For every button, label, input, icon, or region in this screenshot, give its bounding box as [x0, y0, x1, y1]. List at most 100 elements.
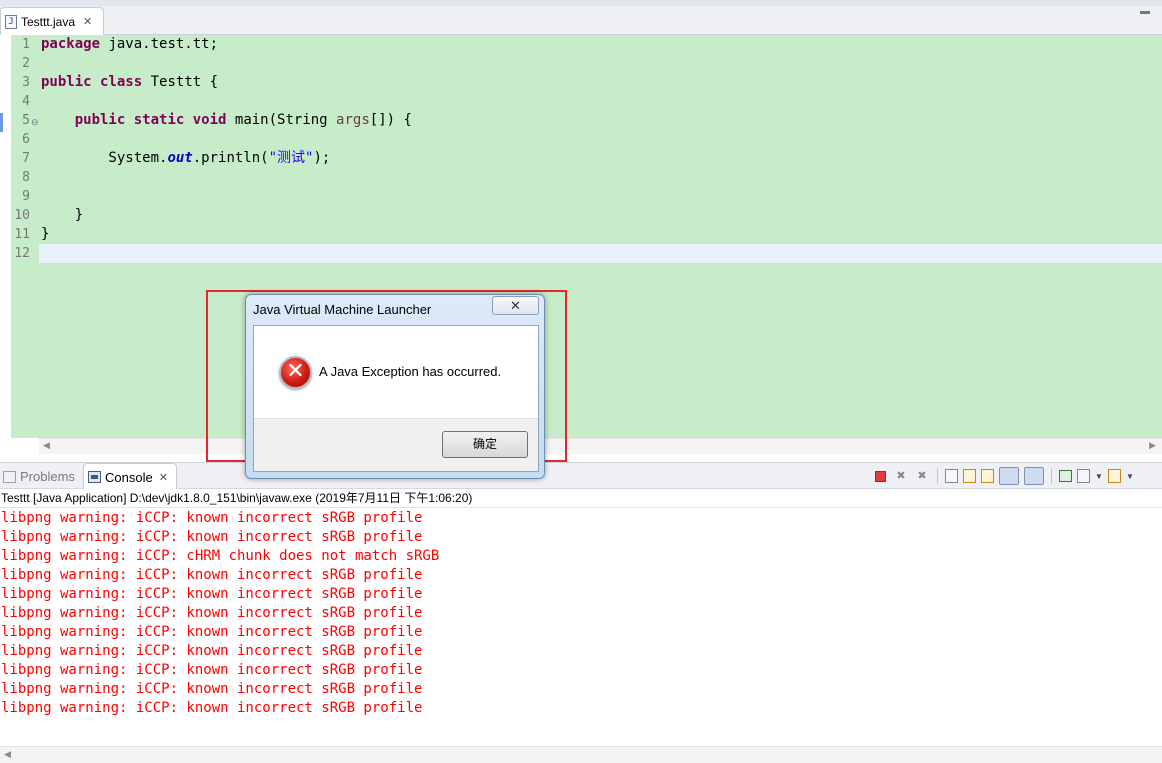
code-token: out — [167, 150, 193, 166]
code-token: static — [133, 112, 185, 128]
tab-bar-top-strip — [0, 0, 1162, 6]
scroll-left-icon[interactable]: ◀ — [4, 749, 11, 760]
code-line[interactable]: } — [41, 206, 83, 225]
code-token: void — [192, 112, 227, 128]
console-line: libpng warning: iCCP: known incorrect sR… — [1, 605, 423, 621]
editor-tab-label: Testtt.java — [21, 14, 76, 29]
console-output[interactable]: libpng warning: iCCP: known incorrect sR… — [0, 509, 1162, 746]
code-token: java.test.tt; — [100, 36, 219, 52]
console-line: libpng warning: iCCP: known incorrect sR… — [1, 681, 423, 697]
console-line: libpng warning: iCCP: known incorrect sR… — [1, 700, 423, 716]
code-token: } — [41, 207, 84, 223]
clear-console-icon[interactable] — [945, 469, 958, 483]
code-editor[interactable]: 1 2 3 4 5 6 7 8 9 10 11 12 ⊖ package java.test.tt; p… — [0, 35, 1162, 438]
remove-launch-icon[interactable]: ✖ — [893, 468, 909, 484]
console-line: libpng warning: iCCP: known incorrect sR… — [1, 643, 423, 659]
tab-console-label: Console — [105, 469, 153, 485]
scroll-lock-icon[interactable] — [963, 469, 976, 483]
code-token: } — [41, 226, 50, 242]
code-token: "测试" — [268, 150, 314, 166]
display-selected-console-icon[interactable] — [1077, 469, 1090, 483]
line-number: 12 — [14, 246, 30, 261]
editor-area-menu[interactable]: ▬ — [1140, 7, 1150, 17]
code-line[interactable]: public static void main(String args[]) { — [41, 111, 412, 130]
console-line: libpng warning: iCCP: known incorrect sR… — [1, 529, 423, 545]
line-number: 6 — [22, 132, 30, 147]
toolbar-separator — [937, 468, 938, 484]
terminate-icon[interactable] — [875, 470, 886, 482]
code-line[interactable]: public class Testtt { — [41, 73, 218, 92]
open-console-icon[interactable] — [1108, 469, 1121, 483]
dialog-body: ✕ A Java Exception has occurred. 确定 — [253, 325, 539, 472]
editor-tab-testtt[interactable]: J Testtt.java ✕ — [0, 7, 104, 35]
process-description: Testtt [Java Application] D:\dev\jdk1.8.… — [0, 489, 1162, 508]
scroll-left-icon[interactable]: ◀ — [43, 440, 50, 451]
console-line: libpng warning: iCCP: cHRM chunk does no… — [1, 548, 440, 564]
console-line: libpng warning: iCCP: known incorrect sR… — [1, 510, 423, 526]
close-console-icon[interactable]: ✕ — [159, 471, 168, 484]
toolbar-separator — [1051, 468, 1052, 484]
fold-collapse-icon[interactable]: ⊖ — [31, 113, 39, 132]
line-number: 8 — [22, 170, 30, 185]
error-icon: ✕ — [279, 356, 312, 389]
remove-all-terminated-icon[interactable]: ✖ — [914, 468, 930, 484]
line-number: 7 — [22, 151, 30, 166]
jvm-launcher-dialog: Java Virtual Machine Launcher ✕ ✕ A Java… — [245, 294, 545, 479]
code-token: System. — [41, 150, 168, 166]
scroll-right-icon[interactable]: ▶ — [1149, 440, 1156, 451]
dialog-message: A Java Exception has occurred. — [319, 364, 502, 379]
chevron-down-icon[interactable]: ▼ — [1126, 472, 1134, 481]
line-number: 1 — [22, 37, 30, 52]
code-token: []) { — [369, 112, 412, 128]
console-horizontal-scrollbar[interactable]: ◀ — [0, 746, 1162, 763]
code-token: public — [74, 112, 126, 128]
console-line: libpng warning: iCCP: known incorrect sR… — [1, 567, 423, 583]
dialog-close-button[interactable]: ✕ — [492, 296, 539, 315]
line-number: 3 — [22, 75, 30, 90]
word-wrap-icon[interactable] — [981, 469, 994, 483]
code-line[interactable]: System.out.println("测试"); — [41, 149, 330, 168]
code-token: Testtt { — [142, 74, 219, 90]
line-number: 10 — [14, 208, 30, 223]
console-line: libpng warning: iCCP: known incorrect sR… — [1, 624, 423, 640]
console-icon — [88, 471, 101, 483]
code-line[interactable]: package java.test.tt; — [41, 35, 218, 54]
show-console-on-stdout-icon[interactable] — [999, 467, 1019, 485]
tab-problems-label: Problems — [20, 469, 75, 484]
line-number: 4 — [22, 94, 30, 109]
tab-console[interactable]: Console ✕ — [83, 463, 177, 490]
debug-marker — [0, 113, 3, 132]
code-token: args — [336, 112, 370, 128]
dialog-footer: 确定 — [254, 418, 538, 471]
pin-console-icon[interactable] — [1059, 470, 1072, 482]
code-token: .println( — [192, 150, 269, 166]
code-line[interactable]: } — [41, 225, 49, 244]
java-file-icon: J — [5, 14, 17, 29]
minimize-icon[interactable]: ▬ — [1140, 7, 1150, 17]
dialog-title: Java Virtual Machine Launcher — [253, 302, 432, 317]
ok-button[interactable]: 确定 — [442, 431, 528, 458]
code-token: class — [100, 74, 143, 90]
console-toolbar: ✖ ✖ ▼ ▼ — [873, 466, 1134, 486]
line-number: 9 — [22, 189, 30, 204]
chevron-down-icon[interactable]: ▼ — [1095, 472, 1103, 481]
show-console-on-stderr-icon[interactable] — [1024, 467, 1044, 485]
overview-ruler — [0, 35, 11, 438]
code-token: public — [41, 74, 92, 90]
code-token: ); — [313, 150, 331, 166]
code-token: package — [41, 36, 101, 52]
tab-problems[interactable]: Problems — [0, 463, 75, 490]
code-token: main(String — [226, 112, 337, 128]
editor-tab-bar: J Testtt.java ✕ ▬ — [0, 0, 1162, 35]
console-line: libpng warning: iCCP: known incorrect sR… — [1, 662, 423, 678]
line-number: 5 — [22, 113, 30, 128]
line-number: 2 — [22, 56, 30, 71]
problems-icon — [3, 470, 16, 483]
line-number: 11 — [14, 227, 30, 242]
close-tab-icon[interactable]: ✕ — [83, 15, 92, 28]
console-line: libpng warning: iCCP: known incorrect sR… — [1, 586, 423, 602]
